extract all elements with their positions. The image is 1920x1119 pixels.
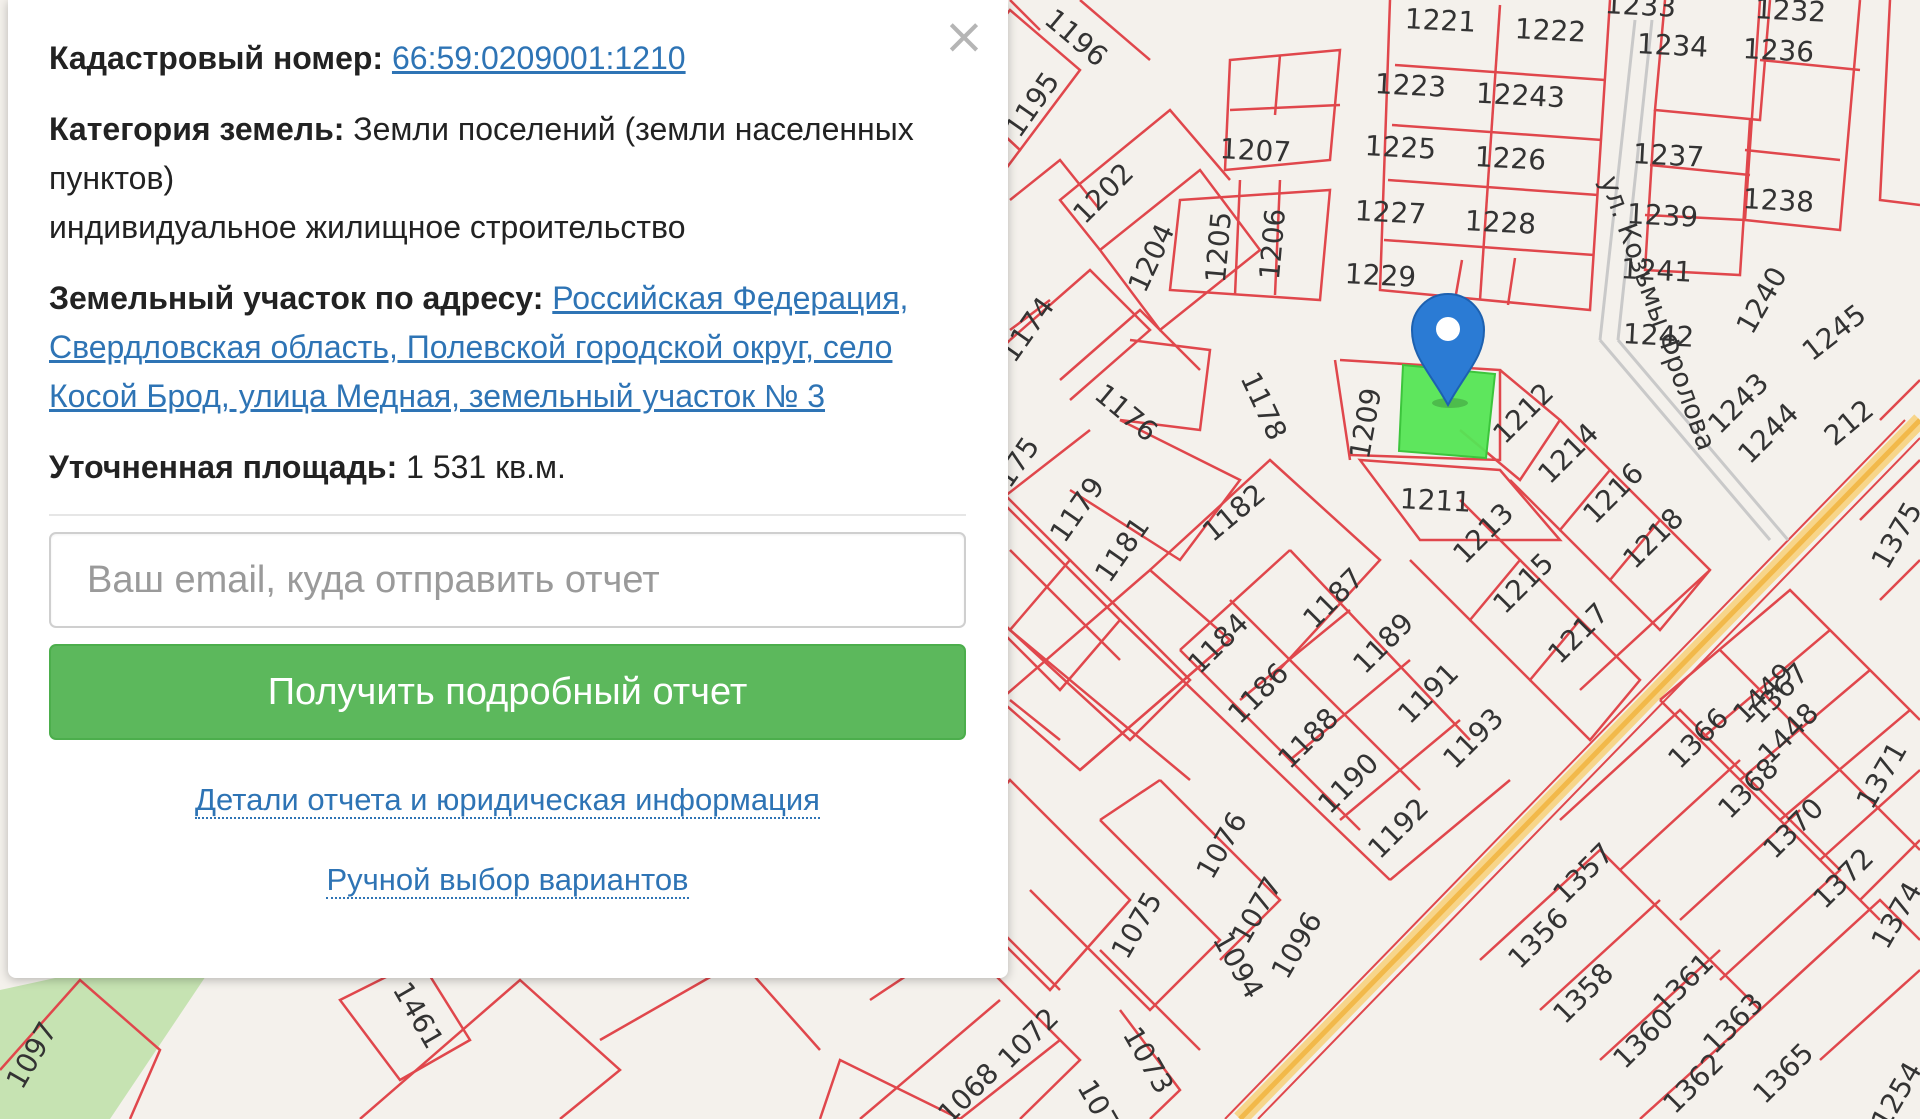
plot-number-label: 1223 [1374,67,1447,104]
plot-number-label: 1206 [1253,207,1292,281]
plot-number-label: 1205 [1199,210,1238,284]
plot-number-label: 1225 [1364,129,1437,166]
manual-selection-link-text[interactable]: Ручной выбор вариантов [326,862,689,899]
plot-number-label: 1211 [1399,482,1472,519]
plot-number-label: 1222 [1514,12,1587,49]
address-row: Земельный участок по адресу: Российская … [49,274,966,421]
plot-number-label: 1232 [1754,0,1827,29]
address-label: Земельный участок по адресу: [49,280,544,316]
divider [49,514,966,516]
email-field[interactable] [49,532,966,628]
manual-selection-link: Ручной выбор вариантов [49,862,966,899]
plot-number-label: 1226 [1474,140,1547,177]
area-value: 1 531 кв.м. [406,449,566,485]
area-label: Уточненная площадь: [49,449,398,485]
plot-number-label: 1227 [1354,194,1427,231]
plot-number-label: 1234 [1636,27,1709,64]
land-use-value: индивидуальное жилищное строительство [49,209,686,245]
cadastral-number-row: Кадастровый номер: 66:59:0209001:1210 [49,34,966,83]
close-icon[interactable]: × [942,11,986,61]
land-category-label: Категория земель: [49,111,345,147]
plot-number-label: 1221 [1404,2,1477,39]
plot-number-label: 1238 [1742,182,1815,219]
area-row: Уточненная площадь: 1 531 кв.м. [49,443,966,492]
plot-number-label: 12243 [1475,77,1566,115]
plot-number-label: 1228 [1464,204,1537,241]
get-report-button[interactable]: Получить подробный отчет [49,644,966,740]
plot-number-label: 1233 [1604,0,1677,24]
cadastral-number-link[interactable]: 66:59:0209001:1210 [392,40,686,76]
parcel-info-panel: × Кадастровый номер: 66:59:0209001:1210 … [8,0,1008,978]
land-category-row: Категория земель: Земли поселений (земли… [49,105,966,252]
report-details-link: Детали отчета и юридическая информация [49,782,966,819]
cadastral-number-label: Кадастровый номер: [49,40,384,76]
plot-number-label: 1236 [1742,32,1815,69]
plot-number-label: 1237 [1632,137,1705,174]
plot-number-label: 1207 [1219,132,1292,169]
plot-number-label: 1229 [1344,257,1417,294]
report-details-link-text[interactable]: Детали отчета и юридическая информация [195,782,820,819]
